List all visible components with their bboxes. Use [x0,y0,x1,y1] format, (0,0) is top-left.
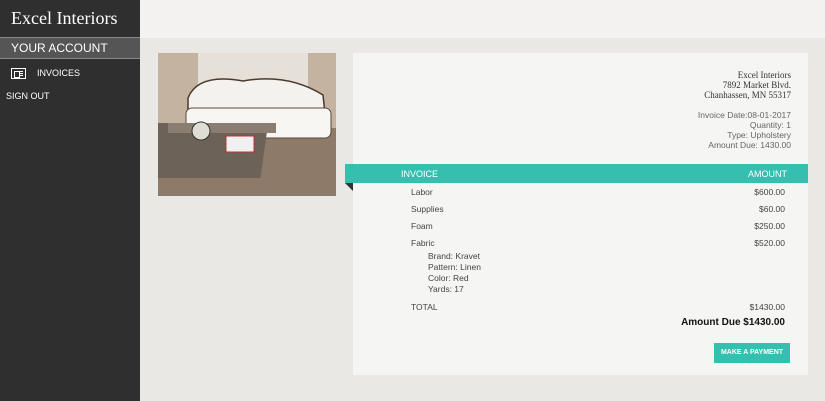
your-account-header[interactable]: Your Account [0,37,140,59]
total-label: TOTAL [411,302,438,312]
invoice-meta: Invoice Date:08-01-2017 Quantity: 1 Type… [698,110,791,150]
company-address: Excel Interiors 7892 Market Blvd. Chanha… [704,70,791,100]
table-row: Labor $600.00 [411,187,785,204]
col-invoice-header: Invoice [401,169,439,179]
fabric-color: Color: Red [428,273,469,283]
row-desc: Fabric [411,238,435,248]
fabric-brand: Brand: Kravet [428,251,480,261]
invoice-date: Invoice Date:08-01-2017 [697,110,791,120]
invoice-amount-due: Amount Due: 1430.00 [708,140,791,150]
invoice-rows: Labor $600.00 Supplies $60.00 Foam $250.… [411,187,785,328]
table-row: Supplies $60.00 [411,204,785,221]
brand-title: Excel Interiors [11,8,118,28]
company-name: Excel Interiors [737,70,791,80]
ribbon-fold [345,183,353,191]
sofa-photo [158,53,336,196]
row-amount: $600.00 [754,187,785,197]
fabric-details: Brand: Kravet Pattern: Linen Color: Red … [428,251,785,301]
total-amount: $1430.00 [749,302,785,312]
row-amount: $520.00 [754,238,785,248]
row-desc: Labor [411,187,433,197]
invoice-type: Type: Upholstery [727,130,791,140]
table-row: Foam $250.00 [411,221,785,238]
sidebar: Excel Interiors Your Account Invoices Si… [0,0,140,401]
invoice-icon [11,67,26,79]
company-address-line1: 7892 Market Blvd. [722,80,791,90]
amount-due-summary: Amount Due $1430.00 [681,317,785,328]
invoice-table-header: Invoice Amount [345,164,808,183]
col-amount-header: Amount [748,169,787,179]
make-payment-button[interactable]: Make a Payment [714,343,790,363]
row-amount: $60.00 [759,204,785,214]
row-desc: Foam [411,221,433,231]
top-band [140,0,825,38]
row-amount: $250.00 [754,221,785,231]
fabric-yards: Yards: 17 [428,284,464,294]
sidebar-item-label: Invoices [37,68,81,78]
sidebar-item-invoices[interactable]: Invoices [0,61,140,85]
company-address-line2: Chanhassen, MN 55317 [704,90,791,100]
invoice-quantity: Quantity: 1 [749,120,791,130]
row-desc: Supplies [411,204,444,214]
fabric-pattern: Pattern: Linen [428,262,481,272]
sign-out-link[interactable]: Sign Out [0,85,140,107]
